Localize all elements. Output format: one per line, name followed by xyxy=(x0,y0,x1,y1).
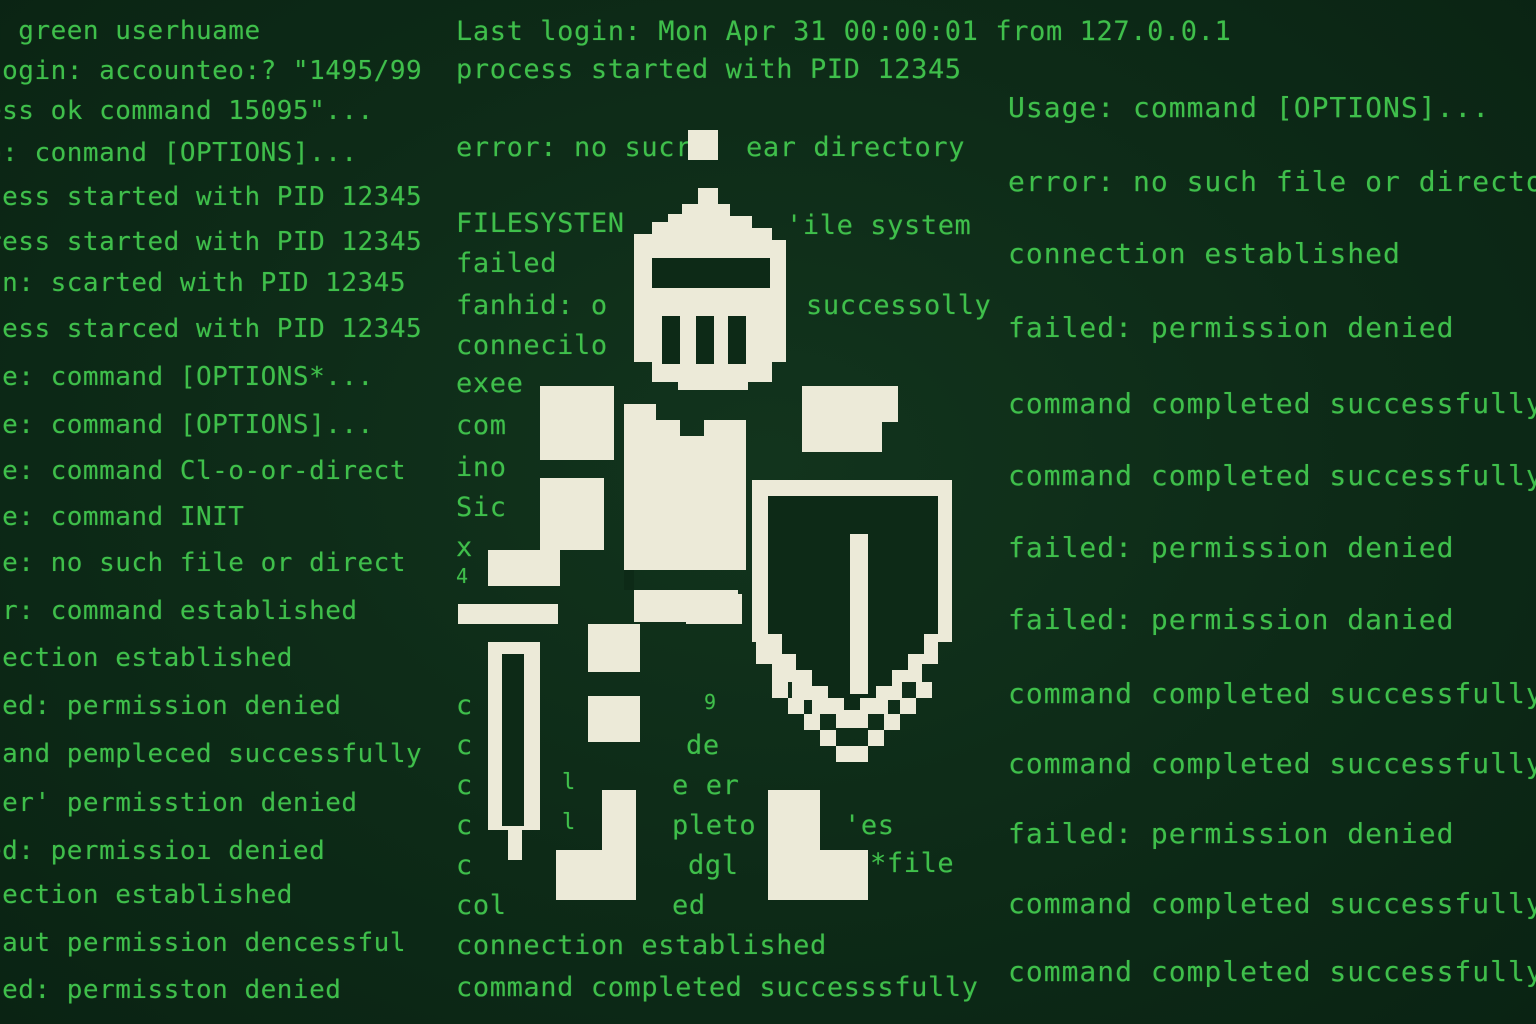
shield-trim-pixel xyxy=(836,746,868,762)
terminal-line: connection established xyxy=(456,930,827,961)
helmet-vent xyxy=(696,316,714,364)
helmet-vent xyxy=(662,316,680,364)
terminal-line: command completed successfully xyxy=(1008,387,1536,420)
helmet-vent xyxy=(728,316,746,364)
terminal-line: ed: permissioı denied xyxy=(0,836,326,866)
knight-arm-left xyxy=(540,478,604,550)
knight-torso xyxy=(624,404,746,570)
terminal-line: connection established xyxy=(1008,237,1401,270)
terminal-column-right: Usage: command [OPTIONS]... error: no su… xyxy=(1008,0,1536,1024)
terminal-line: ge: command Cl-o-or-direct xyxy=(0,456,406,486)
terminal-line: cess starced with PID 12345 xyxy=(0,314,423,344)
knight-plume-pixel xyxy=(688,130,718,160)
knight-shoulder-left xyxy=(540,386,614,460)
terminal-line: ge: no such file or direct xyxy=(0,548,406,578)
terminal-line: ess ok command 15095"... xyxy=(0,96,374,126)
helmet-visor-slit xyxy=(652,258,770,288)
terminal-line: nand pempleced successfully xyxy=(0,739,423,769)
terminal-line: command completed successfully xyxy=(1008,747,1536,780)
terminal-line: failed: permission denied xyxy=(1008,817,1455,850)
terminal-line: ced: permission denied xyxy=(0,691,342,721)
terminal-line: ar: command established xyxy=(0,596,358,626)
terminal-line: command completed successfully xyxy=(1008,459,1536,492)
terminal-line: command completed successsfully xyxy=(456,972,979,1003)
terminal-line: ler' permisstion denied xyxy=(0,788,358,818)
terminal-line: led: permisston denied xyxy=(0,975,342,1005)
knight-hip-right xyxy=(686,594,742,624)
terminal-line: g green userhuame xyxy=(0,16,261,46)
knight-boot-left xyxy=(556,850,636,900)
shield-trim-pixel xyxy=(820,730,836,746)
knight-icon xyxy=(458,130,952,900)
knight-boot-right xyxy=(768,850,868,900)
terminal-line: process started with PID 12345 xyxy=(456,54,962,85)
terminal-line: error: no such file or directory xyxy=(1008,165,1536,198)
knight-hand-left xyxy=(488,550,560,586)
shield-trim-pixel xyxy=(900,698,916,714)
terminal-line: ress started with PID 12345 xyxy=(0,227,423,257)
shield-trim-pixel xyxy=(916,682,932,698)
terminal-column-left: g green userhuame login: accounteo:? "14… xyxy=(0,0,436,1024)
terminal-line: login: accounteo:? "1495/99 xyxy=(0,56,423,86)
knight-hip-left xyxy=(588,624,640,672)
shield-trim-pixel xyxy=(804,714,820,730)
terminal-line: failed: permission danied xyxy=(1008,603,1455,636)
terminal-line: command completed successfully xyxy=(1008,955,1536,988)
terminal-line: command completed successfully xyxy=(1008,677,1536,710)
terminal-line: nection established xyxy=(0,880,293,910)
terminal-line: ge: command [OPTIONS]... xyxy=(0,410,374,440)
sword-fuller xyxy=(502,654,524,826)
knight-knee-left xyxy=(588,696,640,742)
terminal-screen: g green userhuame login: accounteo:? "14… xyxy=(0,0,1536,1024)
terminal-line: cess started with PID 12345 xyxy=(0,182,423,212)
knight-gap xyxy=(624,570,634,590)
terminal-line: nection established xyxy=(0,643,293,673)
shield-trim-pixel xyxy=(884,714,900,730)
sword-crossguard xyxy=(458,604,558,624)
terminal-line: o: conmand [OPTIONS]... xyxy=(0,138,358,168)
shield-stripe xyxy=(850,534,868,694)
knight-plume-pixel xyxy=(698,188,718,204)
knight-shoulder-right xyxy=(802,386,898,452)
terminal-line: command completed successfully xyxy=(1008,887,1536,920)
terminal-line: naut permission dencessful xyxy=(0,928,406,958)
terminal-line: ge: command INIT xyxy=(0,502,245,532)
terminal-line: Usage: command [OPTIONS]... xyxy=(1008,91,1491,124)
terminal-line: failed: permission denied xyxy=(1008,531,1455,564)
shield-trim-pixel xyxy=(868,730,884,746)
terminal-line: failed: permission denied xyxy=(1008,311,1455,344)
shield-trim-pixel xyxy=(772,682,788,698)
terminal-line: ge: command [OPTIONS*... xyxy=(0,362,374,392)
shield-trim-pixel xyxy=(788,698,804,714)
terminal-line: gn: scarted with PID 12345 xyxy=(0,268,406,298)
